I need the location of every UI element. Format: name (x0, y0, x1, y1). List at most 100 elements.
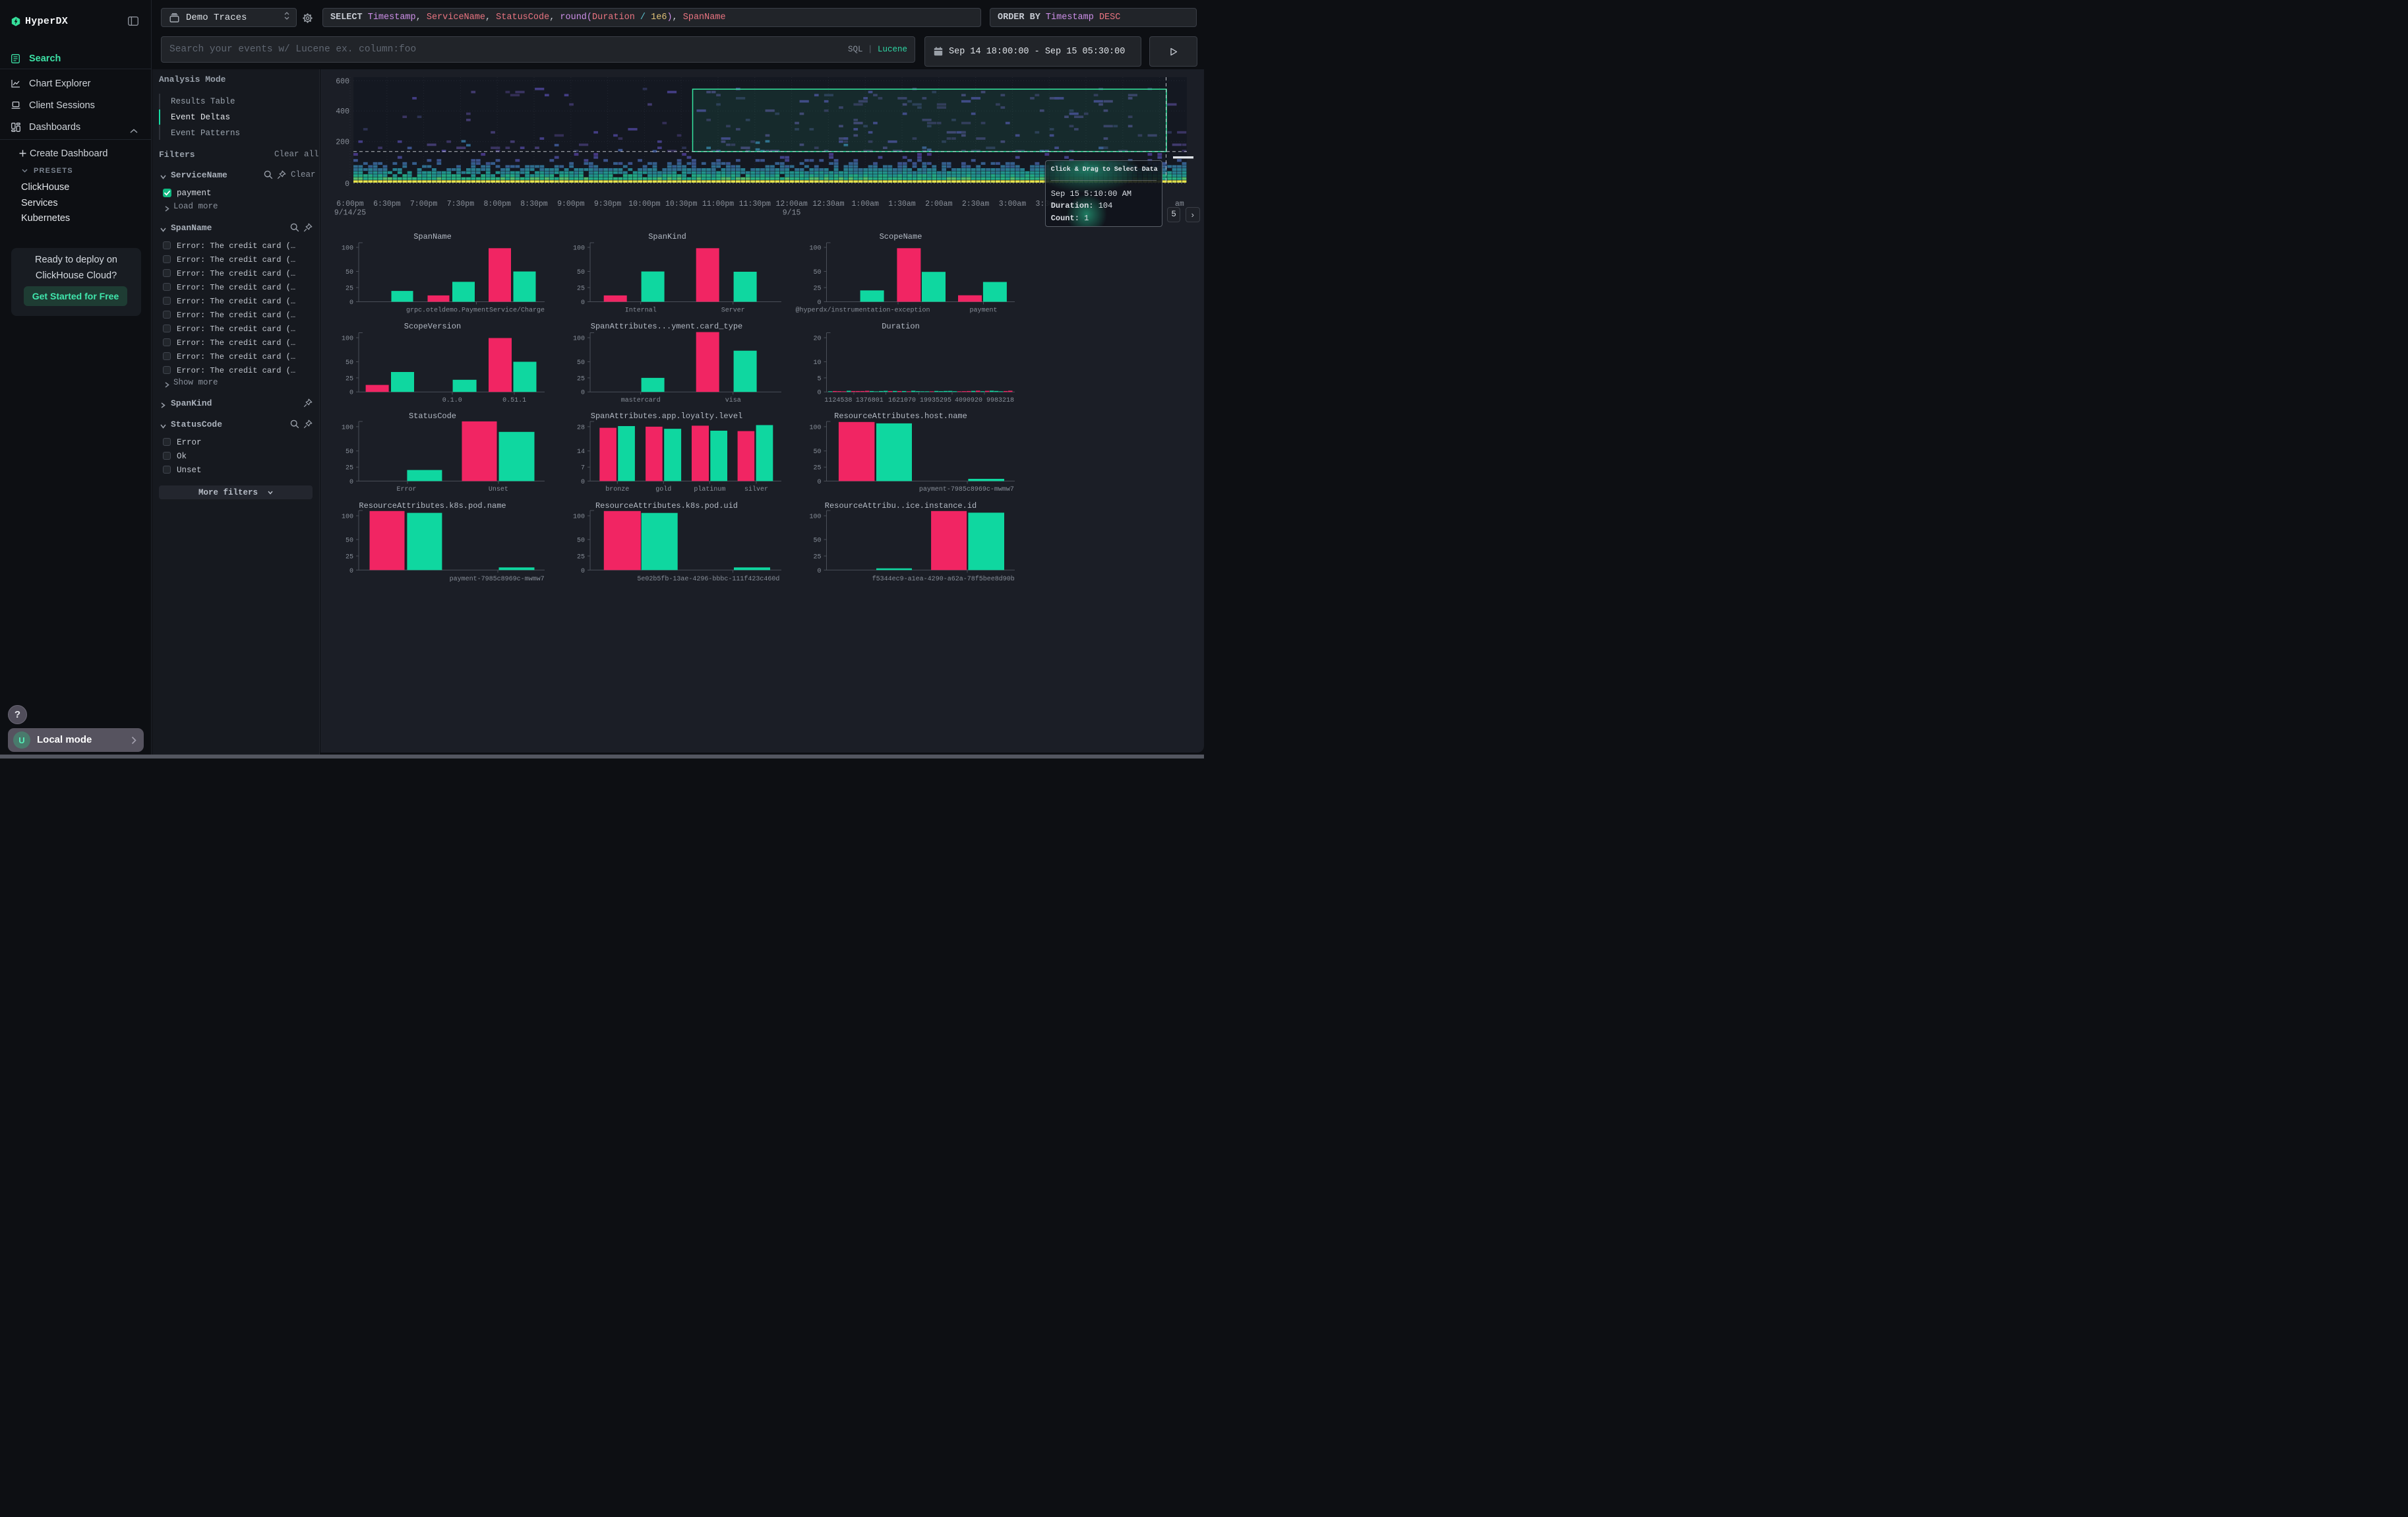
svg-text:100: 100 (809, 514, 821, 521)
svg-text:100: 100 (573, 514, 585, 521)
svg-text:50: 50 (577, 359, 585, 367)
svg-text:3:00am: 3:00am (999, 200, 1027, 208)
svg-text:6:30pm: 6:30pm (373, 200, 401, 208)
svg-text:Error: Error (396, 486, 416, 493)
svg-text:mastercard: mastercard (621, 396, 661, 404)
svg-text:Unset: Unset (489, 486, 508, 493)
svg-text:1:30am: 1:30am (888, 200, 916, 208)
svg-text:100: 100 (573, 245, 585, 253)
svg-text:bronze: bronze (605, 485, 629, 493)
svg-text:0: 0 (581, 299, 585, 307)
svg-text:ScopeVersion: ScopeVersion (404, 322, 461, 331)
svg-text:25: 25 (346, 286, 353, 293)
svg-text:25: 25 (346, 375, 353, 383)
svg-text:ResourceAttributes.host.name: ResourceAttributes.host.name (834, 412, 967, 421)
svg-text:8:30pm: 8:30pm (520, 200, 548, 208)
svg-text:25: 25 (813, 554, 821, 561)
svg-text:Server: Server (721, 307, 745, 315)
svg-text:0: 0 (817, 299, 821, 307)
svg-text:0: 0 (817, 390, 821, 397)
svg-text:25: 25 (577, 554, 585, 561)
svg-text:@hyperdx/instrumentation-excep: @hyperdx/instrumentation-exception (795, 307, 930, 315)
svg-text:0: 0 (349, 390, 353, 397)
svg-text:6:00pm: 6:00pm (336, 200, 364, 208)
svg-text:9:00pm: 9:00pm (557, 200, 585, 208)
svg-text:Internal: Internal (625, 307, 657, 315)
svg-text:7:00pm: 7:00pm (410, 200, 438, 208)
svg-text:200: 200 (336, 139, 349, 147)
svg-text:100: 100 (573, 336, 585, 343)
svg-text:100: 100 (342, 245, 353, 253)
svg-text:silver: silver (744, 485, 768, 493)
svg-text:1124538: 1124538 (824, 397, 852, 404)
svg-text:payment-7985c8969c-mwmw7: payment-7985c8969c-mwmw7 (919, 486, 1014, 493)
svg-text:4090920: 4090920 (955, 397, 982, 404)
svg-text:100: 100 (809, 245, 821, 253)
svg-text:50: 50 (813, 538, 821, 545)
svg-text:7: 7 (581, 465, 585, 472)
svg-text:ResourceAttribu..ice.instance.: ResourceAttribu..ice.instance.id (825, 501, 977, 511)
svg-text:0: 0 (581, 568, 585, 575)
svg-text:platinum: platinum (694, 485, 725, 493)
svg-text:20: 20 (813, 336, 821, 343)
svg-text:0: 0 (581, 390, 585, 397)
svg-text:5: 5 (817, 375, 821, 383)
svg-text:0: 0 (349, 299, 353, 307)
svg-text:25: 25 (346, 465, 353, 472)
svg-text:10:30pm: 10:30pm (665, 200, 697, 208)
svg-text:600: 600 (336, 77, 349, 86)
svg-text:50: 50 (813, 269, 821, 276)
svg-text:SpanAttributes...yment.card_ty: SpanAttributes...yment.card_type (591, 322, 742, 331)
svg-text:0.1.0: 0.1.0 (442, 397, 462, 404)
svg-text:50: 50 (577, 269, 585, 276)
svg-text:0: 0 (817, 479, 821, 486)
svg-text:0: 0 (349, 568, 353, 575)
svg-text:12:00am: 12:00am (775, 200, 807, 208)
svg-text:f5344ec9-a1ea-4290-a62a-78f5be: f5344ec9-a1ea-4290-a62a-78f5bee8d90b (872, 575, 1015, 583)
svg-text:100: 100 (342, 514, 353, 521)
svg-text:ResourceAttributes.k8s.pod.uid: ResourceAttributes.k8s.pod.uid (595, 501, 738, 511)
svg-text:11:30pm: 11:30pm (739, 200, 771, 208)
svg-text:12:30am: 12:30am (812, 200, 844, 208)
svg-text:SpanKind: SpanKind (648, 232, 686, 241)
svg-text:grpc.oteldemo.PaymentService/C: grpc.oteldemo.PaymentService/Charge (406, 307, 545, 315)
svg-text:ResourceAttributes.k8s.pod.nam: ResourceAttributes.k8s.pod.name (359, 501, 506, 511)
svg-text:100: 100 (809, 424, 821, 431)
svg-text:25: 25 (813, 286, 821, 293)
svg-text:SpanAttributes.app.loyalty.lev: SpanAttributes.app.loyalty.level (591, 412, 742, 421)
svg-text:payment-7985c8969c-mwmw7: payment-7985c8969c-mwmw7 (450, 576, 545, 583)
svg-text:2:00am: 2:00am (925, 200, 953, 208)
svg-text:ScopeName: ScopeName (880, 232, 922, 241)
svg-text:0: 0 (581, 479, 585, 486)
svg-text:5e02b5fb-13ae-4296-bbbc-111f42: 5e02b5fb-13ae-4296-bbbc-111f423c460d (637, 575, 779, 583)
svg-text:9/14/25: 9/14/25 (334, 209, 366, 218)
svg-text:50: 50 (346, 538, 353, 545)
svg-text:25: 25 (577, 375, 585, 383)
svg-text:11:00pm: 11:00pm (702, 200, 734, 208)
svg-text:25: 25 (577, 286, 585, 293)
svg-text:19935295: 19935295 (920, 397, 951, 404)
svg-text:1621070: 1621070 (888, 397, 916, 404)
svg-text:SpanName: SpanName (413, 232, 452, 241)
svg-text:100: 100 (342, 424, 353, 431)
svg-text:25: 25 (813, 465, 821, 472)
svg-text:50: 50 (346, 449, 353, 456)
svg-text:0: 0 (349, 479, 353, 486)
svg-text:14: 14 (577, 449, 585, 456)
svg-text:1376801: 1376801 (856, 397, 884, 404)
svg-text:50: 50 (813, 449, 821, 456)
svg-text:Duration: Duration (882, 322, 920, 331)
svg-text:2:30am: 2:30am (962, 200, 990, 208)
svg-text:payment: payment (969, 307, 997, 315)
svg-text:50: 50 (577, 538, 585, 545)
svg-text:0: 0 (817, 568, 821, 575)
svg-text:9:30pm: 9:30pm (594, 200, 622, 208)
svg-text:400: 400 (336, 108, 349, 116)
svg-text:9/15: 9/15 (783, 209, 801, 218)
svg-text:StatusCode: StatusCode (409, 412, 456, 421)
svg-text:1:00am: 1:00am (851, 200, 879, 208)
svg-text:50: 50 (346, 359, 353, 367)
svg-text:25: 25 (346, 554, 353, 561)
svg-text:8:00pm: 8:00pm (483, 200, 511, 208)
svg-text:7:30pm: 7:30pm (447, 200, 475, 208)
